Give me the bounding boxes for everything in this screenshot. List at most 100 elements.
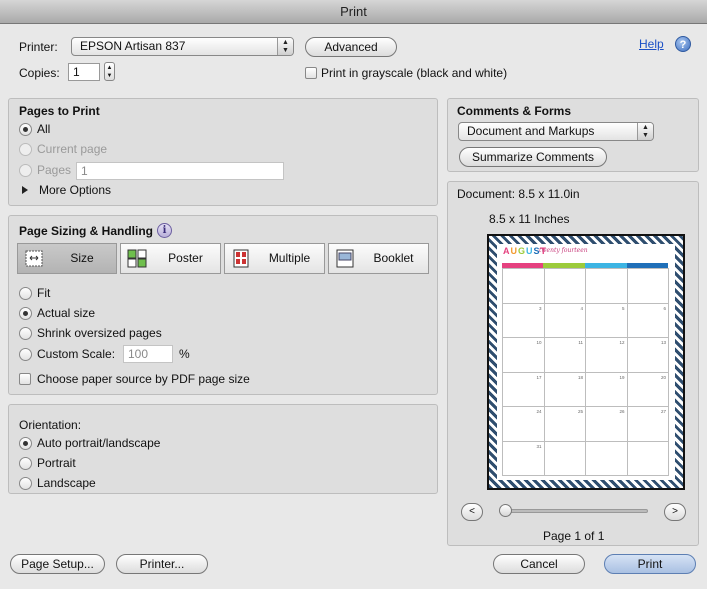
printer-select[interactable]: EPSON Artisan 837 ▲ ▼ — [71, 37, 294, 56]
more-options-toggle[interactable]: More Options — [39, 183, 111, 197]
calendar-cell: 10 — [502, 337, 545, 373]
tab-multiple-label: Multiple — [268, 251, 311, 265]
calendar-cell: 17 — [502, 371, 545, 407]
portrait-label: Portrait — [37, 456, 76, 470]
shrink-oversized-radio[interactable] — [19, 327, 32, 340]
pages-current-radio[interactable] — [19, 143, 32, 156]
custom-scale-label: Custom Scale: — [37, 347, 116, 361]
calendar-day-number: 3 — [538, 305, 542, 311]
printer-select-value: EPSON Artisan 837 — [80, 39, 186, 53]
help-link[interactable]: Help — [639, 37, 664, 51]
calendar-cell: 18 — [543, 371, 586, 407]
calendar-day-number: 5 — [621, 305, 625, 311]
pages-current-label: Current page — [37, 142, 108, 156]
copies-label: Copies: — [19, 66, 60, 80]
calendar-cell: 25 — [543, 406, 586, 442]
calendar-day-number: 4 — [580, 305, 583, 311]
calendar-day-number: 17 — [536, 374, 542, 380]
comments-forms-select[interactable]: Document and Markups ▲ ▼ — [458, 122, 654, 141]
landscape-radio[interactable] — [19, 477, 32, 490]
comments-forms-value: Document and Markups — [467, 124, 595, 138]
actual-size-label: Actual size — [37, 306, 96, 320]
calendar-cell — [626, 440, 669, 476]
summarize-comments-button[interactable]: Summarize Comments — [459, 147, 607, 167]
custom-scale-radio[interactable] — [19, 348, 32, 361]
page-slider-track[interactable] — [500, 509, 648, 513]
calendar-day-number: 24 — [536, 409, 542, 414]
calendar-cell: 27 — [626, 406, 669, 442]
calendar-day-number: 12 — [619, 340, 625, 345]
portrait-radio[interactable] — [19, 457, 32, 470]
paper-source-checkbox[interactable] — [19, 373, 31, 385]
pages-to-print-title: Pages to Print — [19, 104, 100, 118]
advanced-button[interactable]: Advanced — [305, 37, 397, 57]
grayscale-checkbox[interactable] — [305, 67, 317, 79]
cancel-button[interactable]: Cancel — [493, 554, 585, 574]
tab-size[interactable]: Size — [17, 243, 117, 274]
calendar-cell — [543, 268, 586, 304]
calendar-cell: 11 — [543, 337, 586, 373]
calendar-cell — [543, 440, 586, 476]
calendar-page: AUGUST twenty fourteen 3 4 5 6 10 11 12 13 17 18 1… — [497, 244, 675, 480]
chevron-right-icon: > — [672, 506, 678, 517]
auto-orientation-radio[interactable] — [19, 437, 32, 450]
chevron-left-icon: < — [469, 506, 475, 517]
next-page-button[interactable]: > — [664, 503, 686, 521]
percent-label: % — [179, 347, 190, 361]
tab-poster[interactable]: Poster — [120, 243, 221, 274]
size-icon — [25, 250, 43, 267]
page-sizing-title: Page Sizing & Handling — [19, 224, 154, 238]
calendar-day-number: 13 — [660, 340, 666, 345]
orientation-title: Orientation: — [19, 418, 82, 432]
actual-size-radio[interactable] — [19, 307, 32, 320]
window-title: Print — [0, 0, 707, 24]
pages-all-label: All — [37, 122, 51, 136]
calendar-cell: 31 — [502, 440, 545, 476]
copies-input[interactable]: 1 — [68, 63, 100, 81]
disclosure-triangle-icon[interactable] — [22, 186, 28, 194]
help-question-icon[interactable]: ? — [675, 36, 691, 52]
paper-source-label: Choose paper source by PDF page size — [37, 372, 250, 386]
calendar-cell: 26 — [585, 406, 628, 442]
document-size-label: Document: 8.5 x 11.0in — [457, 187, 580, 201]
printer-button[interactable]: Printer... — [116, 554, 208, 574]
previous-page-button[interactable]: < — [461, 503, 483, 521]
calendar-day-number: 20 — [660, 374, 666, 380]
landscape-label: Landscape — [37, 476, 96, 490]
calendar-cell: 19 — [585, 371, 628, 407]
info-icon[interactable]: i — [157, 223, 172, 238]
page-slider-knob[interactable] — [499, 504, 512, 517]
calendar-cell — [626, 268, 669, 304]
calendar-cell: 12 — [585, 337, 628, 373]
shrink-oversized-label: Shrink oversized pages — [37, 326, 162, 340]
fit-radio[interactable] — [19, 287, 32, 300]
comments-forms-title: Comments & Forms — [457, 104, 572, 118]
calendar-day-number: 19 — [619, 374, 625, 380]
calendar-day-number: 26 — [619, 409, 625, 414]
pages-range-input[interactable]: 1 — [76, 162, 284, 180]
tab-poster-label: Poster — [168, 251, 203, 265]
custom-scale-input[interactable]: 100 — [123, 345, 173, 363]
calendar-cell — [585, 268, 628, 304]
calendar-day-number: 10 — [536, 340, 542, 345]
tab-multiple[interactable]: Multiple — [224, 243, 325, 274]
booklet-icon — [336, 249, 354, 268]
tab-booklet[interactable]: Booklet — [328, 243, 429, 274]
calendar-cell — [585, 440, 628, 476]
grayscale-label: Print in grayscale (black and white) — [321, 66, 508, 80]
print-dialog: Print Printer: EPSON Artisan 837 ▲ ▼ Adva… — [0, 0, 707, 589]
calendar-cell: 20 — [626, 371, 669, 407]
page-setup-button[interactable]: Page Setup... — [10, 554, 105, 574]
print-button[interactable]: Print — [604, 554, 696, 574]
updown-arrow-icon: ▲ ▼ — [637, 123, 653, 140]
calendar-cell: 13 — [626, 337, 669, 373]
copies-stepper[interactable]: ▲ ▼ — [104, 62, 115, 81]
printer-label: Printer: — [19, 40, 58, 54]
pages-range-radio[interactable] — [19, 164, 32, 177]
page-preview: AUGUST twenty fourteen 3 4 5 6 10 11 12 13 17 18 1… — [487, 234, 685, 490]
fit-label: Fit — [37, 286, 51, 300]
tab-size-label: Size — [70, 251, 94, 265]
pages-all-radio[interactable] — [19, 123, 32, 136]
calendar-cell: 24 — [502, 406, 545, 442]
calendar-cell — [502, 268, 545, 304]
